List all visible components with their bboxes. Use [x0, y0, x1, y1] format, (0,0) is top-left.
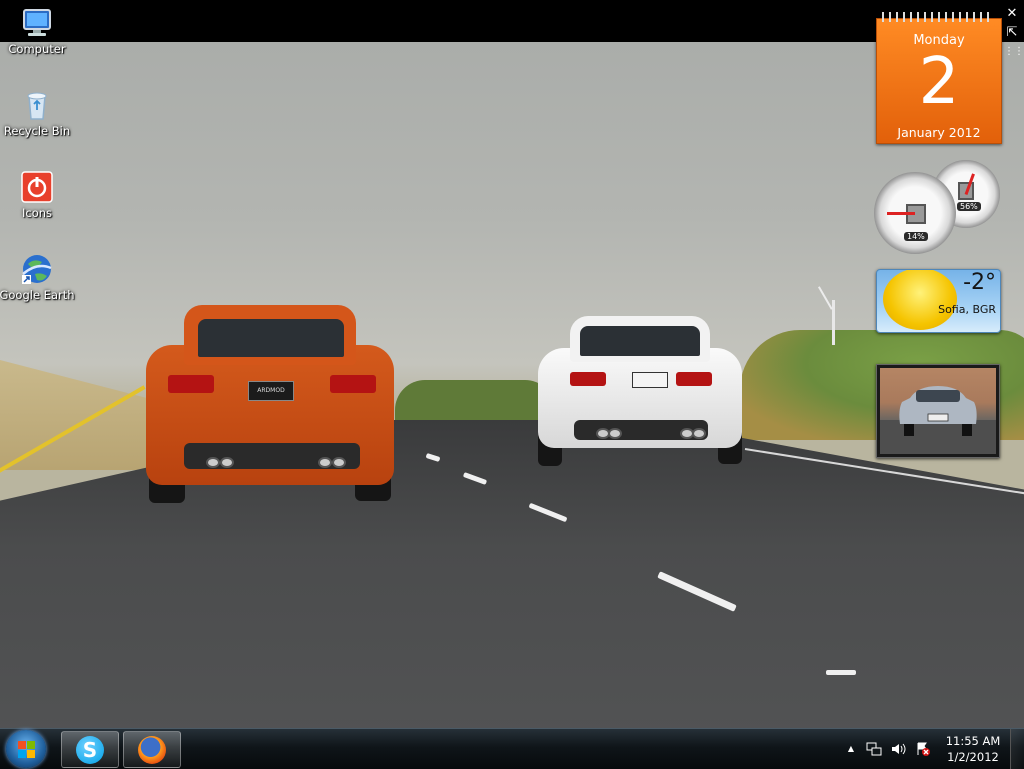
- skype-icon: S: [76, 736, 104, 764]
- taskbar: S ▲ 11:55 AM 1/2/2012: [0, 728, 1024, 769]
- clock-time[interactable]: 11:55 AM: [940, 734, 1006, 748]
- desktop-icon-google-earth[interactable]: Google Earth: [0, 252, 77, 302]
- wallpaper-wind-turbine-blade: [817, 276, 851, 310]
- desktop-icon-computer[interactable]: Computer: [0, 6, 77, 56]
- weather-temperature: -2°: [963, 270, 996, 295]
- cpu-meter-gadget[interactable]: 56% 14%: [872, 158, 1002, 254]
- desktop-icon-label: Google Earth: [0, 288, 75, 302]
- firefox-icon: [138, 736, 166, 764]
- google-earth-icon: [20, 252, 54, 286]
- desktop-icon-recycle-bin[interactable]: Recycle Bin: [0, 88, 77, 138]
- calendar-rings: [882, 12, 994, 22]
- gadget-resize-button[interactable]: ⇱: [1004, 25, 1020, 41]
- wallpaper-lane-dash: [826, 670, 856, 675]
- desktop-icon-label: Computer: [8, 42, 66, 56]
- wallpaper-orange-car: ARDMOD: [140, 305, 400, 505]
- power-icon: [20, 170, 54, 204]
- start-button[interactable]: [6, 730, 46, 768]
- gadget-drag-handle[interactable]: ⋮⋮: [1004, 44, 1024, 60]
- computer-icon: [20, 6, 54, 40]
- action-center-icon[interactable]: [915, 741, 931, 757]
- memory-readout: 56%: [957, 202, 981, 211]
- windows-logo-icon: [18, 741, 36, 758]
- cpu-readout: 14%: [904, 232, 928, 241]
- wallpaper-license-plate: ARDMOD: [248, 381, 294, 401]
- slideshow-gadget[interactable]: [876, 364, 1000, 458]
- wallpaper-white-car: [534, 316, 746, 466]
- weather-location: Sofia, BGR: [938, 303, 996, 316]
- show-hidden-icons-button[interactable]: ▲: [843, 741, 859, 757]
- calendar-gadget[interactable]: Monday 2 January 2012: [876, 12, 1002, 144]
- clock-date[interactable]: 1/2/2012: [940, 750, 1006, 764]
- volume-icon[interactable]: [890, 741, 906, 757]
- calendar-date: 2: [918, 45, 960, 119]
- desktop-icon-icons[interactable]: Icons: [0, 170, 77, 220]
- gadget-controls: ✕ ⇱ ⋮⋮: [1004, 6, 1024, 66]
- wallpaper-top-bar: [0, 0, 1024, 42]
- desktop-icon-label: Recycle Bin: [3, 124, 71, 138]
- cpu-gauge: 14%: [874, 172, 956, 254]
- cpu-needle: [887, 212, 915, 215]
- taskbar-firefox-button[interactable]: [123, 731, 181, 768]
- recycle-bin-icon: [20, 88, 54, 122]
- calendar-pad: Monday 2 January 2012: [876, 18, 1002, 144]
- network-icon[interactable]: [866, 741, 882, 757]
- sun-icon: [883, 270, 957, 330]
- taskbar-skype-button[interactable]: S: [61, 731, 119, 768]
- show-desktop-button[interactable]: [1010, 729, 1024, 769]
- wallpaper-trees: [395, 380, 555, 422]
- weather-gadget[interactable]: -2° Sofia, BGR: [876, 269, 1001, 333]
- desktop-wallpaper[interactable]: ARDMOD: [0, 0, 1024, 728]
- slideshow-image: [880, 368, 996, 454]
- gadget-close-button[interactable]: ✕: [1004, 6, 1020, 22]
- desktop-icon-label: Icons: [21, 206, 53, 220]
- calendar-month-year: January 2012: [897, 125, 981, 140]
